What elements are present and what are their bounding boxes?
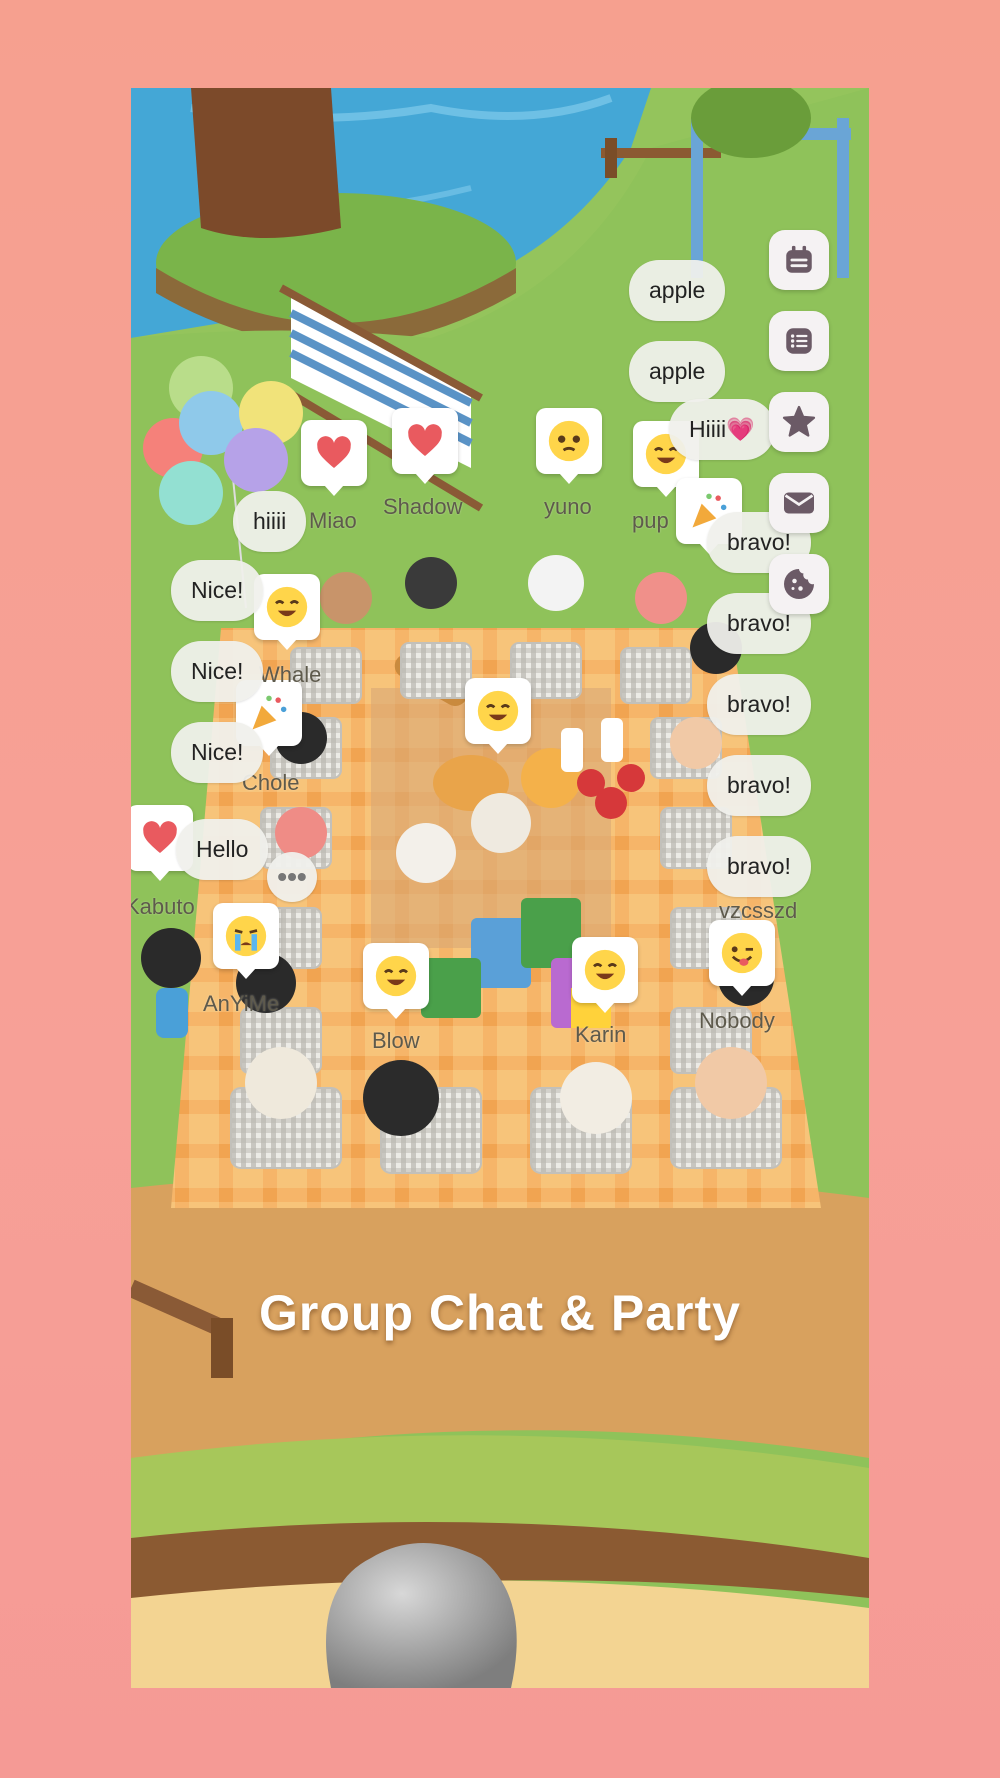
- player-name: Karin: [575, 1022, 627, 1047]
- heart-icon: [143, 821, 177, 853]
- player-name: Shadow: [383, 494, 463, 519]
- player-name: Blow: [372, 1028, 420, 1053]
- emoji-card: [254, 574, 320, 650]
- cookie-icon: [784, 569, 814, 599]
- smile-face-icon: [266, 586, 308, 628]
- chat-bubble: Hiiii💗: [669, 399, 775, 460]
- list-button[interactable]: [769, 311, 829, 371]
- player-name: vzcsszd: [719, 898, 798, 923]
- pleading-face-icon: [548, 420, 590, 462]
- chat-bubble: Nice!: [171, 560, 264, 621]
- emoji-card: [536, 408, 602, 484]
- mail-button[interactable]: [769, 473, 829, 533]
- more-button[interactable]: •••: [267, 852, 317, 902]
- winking-tongue-face-icon: [721, 932, 763, 974]
- calendar-icon: [786, 245, 812, 273]
- smile-face-icon: [375, 955, 417, 997]
- smile-face-icon: [584, 949, 626, 991]
- emoji-card: [465, 678, 531, 754]
- chat-bubble: Nice!: [171, 722, 264, 783]
- game-screen[interactable]: Miao Shadow yuno pup Whale Chole Kabuto …: [131, 88, 869, 1688]
- emoji-card: [213, 903, 279, 979]
- chat-bubble: apple: [629, 260, 726, 321]
- chat-bubble: bravo!: [707, 836, 811, 897]
- player-name: Kabuto: [131, 894, 195, 919]
- heart-icon: [408, 424, 442, 456]
- player-name: pup: [632, 508, 669, 533]
- smile-face-icon: [477, 690, 519, 732]
- mail-icon: [784, 492, 814, 514]
- crying-face-icon: [225, 915, 267, 957]
- chat-bubble: bravo!: [707, 674, 811, 735]
- heart-icon: [317, 436, 351, 468]
- emoji-card: [572, 937, 638, 1013]
- promo-title: Group Chat & Party: [259, 1285, 741, 1341]
- cookie-button[interactable]: [769, 554, 829, 614]
- player-name: AnYiMe: [203, 991, 280, 1016]
- heart-card: [392, 408, 458, 484]
- calendar-button[interactable]: [769, 230, 829, 290]
- player-name: Whale: [259, 662, 322, 687]
- list-icon: [786, 328, 812, 354]
- emoji-card: [709, 920, 775, 996]
- player-name: Miao: [309, 508, 357, 533]
- party-popper-icon: [252, 695, 287, 730]
- chat-bubble: Hello: [176, 819, 269, 880]
- emoji-card: [363, 943, 429, 1019]
- favorites-button[interactable]: [769, 392, 829, 452]
- heart-card: [301, 420, 367, 496]
- chat-bubble: apple: [629, 341, 726, 402]
- chat-bubble: hiiii: [233, 491, 307, 552]
- player-name: Nobody: [699, 1008, 775, 1033]
- chat-bubble: Nice!: [171, 641, 264, 702]
- chat-bubble: bravo!: [707, 755, 811, 816]
- player-name: yuno: [544, 494, 592, 519]
- star-icon: [782, 405, 816, 437]
